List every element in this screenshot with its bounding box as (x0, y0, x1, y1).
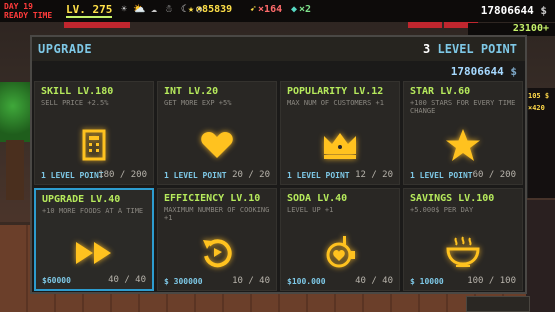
card-cost: $ 10000 (410, 277, 444, 286)
dialog-header: UPGRADE 3 LEVEL POINT (32, 37, 525, 61)
money-value: 17806644 (480, 4, 534, 17)
card-title: POPULARITY LV.12 (287, 86, 384, 97)
bowl-icon (443, 235, 483, 269)
card-title: SODA LV.40 (287, 192, 348, 204)
card-cost: 1 LEVEL POINT (164, 170, 227, 180)
card-cost: 1 LEVEL POINT (287, 170, 350, 180)
card-progress: 10 / 40 (232, 276, 270, 286)
stars-value: ×85839 (196, 4, 233, 15)
upgrade-card-star[interactable]: STAR LV.60 +100 STARS FOR EVERY TIME CHA… (403, 81, 523, 185)
level-points-number: 3 (423, 42, 431, 56)
snow-cloud-icon: ☃ (165, 4, 173, 15)
gems-value: ×2 (299, 4, 312, 15)
player-level: LV. 275 (66, 3, 113, 16)
card-description: MAX NUM OF CUSTOMERS +1 (287, 99, 384, 107)
money-display: 17806644 $ (481, 4, 547, 17)
card-cost: $ 300000 (164, 277, 203, 286)
card-title: UPGRADE LV.40 (42, 193, 121, 205)
top-hud: DAY 19 READY TIME LV. 275 ☀ ⛅ ☁ ☃ ☾ ◔ ★ … (0, 0, 555, 22)
tree (0, 82, 32, 142)
day-indicator: DAY 19 READY TIME (4, 2, 52, 20)
card-title: EFFICIENCY LV.10 (164, 192, 261, 204)
upgrade-card-upgrade[interactable]: UPGRADE LV.40 +10 MORE FOODS AT A TIME $… (34, 187, 154, 291)
card-title: SKILL LV.180 (41, 86, 114, 97)
gem-icon: ◆ (291, 4, 298, 15)
ready-time-label: READY TIME (4, 11, 53, 20)
side-shop-multiplier: ×420 (528, 104, 545, 112)
tree-trunk (6, 140, 24, 200)
card-progress: 40 / 40 (355, 276, 393, 286)
balance-value: 17806644 (450, 65, 504, 78)
stars-counter: ★ ×85839 (188, 4, 232, 15)
card-cost: 1 LEVEL POINT (410, 170, 473, 180)
card-description: LEVEL UP +1 (287, 205, 334, 214)
upgrade-card-popularity[interactable]: POPULARITY LV.12 MAX NUM OF CUSTOMERS +1… (280, 81, 400, 185)
heart-icon (197, 128, 237, 162)
card-progress: 20 / 20 (232, 169, 270, 180)
card-progress: 60 / 200 (472, 169, 516, 180)
bottom-toolbar[interactable] (466, 296, 530, 312)
rockets-value: ×164 (258, 4, 283, 15)
day-label: DAY 19 (4, 2, 33, 11)
fast-forward-icon (74, 236, 114, 270)
side-shop-price: 105 $ (528, 92, 550, 100)
card-title: SAVINGS LV.100 (410, 192, 495, 204)
card-description: GET MORE EXP +5% (164, 99, 232, 107)
side-strip (526, 200, 555, 312)
card-cost: $60000 (42, 276, 71, 285)
upgrade-card-savings[interactable]: SAVINGS LV.100 +5.000$ PER DAY $ 10000 1… (403, 187, 523, 291)
money-symbol: $ (540, 4, 547, 17)
card-progress: 100 / 100 (467, 276, 516, 286)
card-description: MAXIMUM NUMBER OF COOKING +1 (164, 205, 270, 222)
card-cost: 1 LEVEL POINT (41, 170, 104, 180)
level-points: 3 LEVEL POINT (423, 42, 517, 56)
upgrade-card-skill[interactable]: SKILL LV.180 SELL PRICE +2.5% 1 LEVEL PO… (34, 81, 154, 185)
card-title: STAR LV.60 (410, 86, 471, 97)
sun-icon: ☀ (120, 4, 128, 15)
level-progress-bar (66, 16, 112, 18)
card-cost: $100.000 (287, 277, 326, 286)
rockets-counter: ➹ ×164 (250, 4, 282, 15)
upgrade-dialog: UPGRADE 3 LEVEL POINT 17806644 $ SKILL L… (30, 35, 527, 294)
star-icon (443, 128, 483, 162)
upgrade-grid: SKILL LV.180 SELL PRICE +2.5% 1 LEVEL PO… (34, 81, 523, 291)
soda-icon (320, 235, 360, 269)
crown-icon (320, 128, 360, 162)
card-description: +5.000$ PER DAY (410, 205, 474, 214)
cloud-icon: ☁ (150, 4, 158, 15)
card-description: +100 STARS FOR EVERY TIME CHANGE (410, 99, 516, 115)
card-description: SELL PRICE +2.5% (41, 99, 109, 107)
card-progress: 12 / 20 (355, 169, 393, 180)
card-progress: 180 / 200 (98, 169, 147, 180)
card-progress: 40 / 40 (108, 275, 146, 285)
upgrade-card-soda[interactable]: SODA LV.40 LEVEL UP +1 $100.000 40 / 40 (280, 187, 400, 291)
cash-gain-value: 23100+ (512, 23, 549, 34)
dialog-title: UPGRADE (38, 42, 93, 56)
balance: 17806644 $ (451, 65, 517, 78)
balance-symbol: $ (510, 65, 517, 78)
card-description: +10 MORE FOODS AT A TIME (42, 206, 144, 215)
star-icon: ★ (188, 4, 195, 15)
card-title: INT LV.20 (164, 86, 219, 97)
cloud-sun-icon: ⛅ (133, 4, 146, 15)
building-icon (74, 128, 114, 162)
undo-icon (197, 235, 237, 269)
upgrade-card-efficiency[interactable]: EFFICIENCY LV.10 MAXIMUM NUMBER OF COOKI… (157, 187, 277, 291)
level-points-label: LEVEL POINT (437, 42, 517, 56)
upgrade-card-int[interactable]: INT LV.20 GET MORE EXP +5% 1 LEVEL POINT… (157, 81, 277, 185)
gems-counter: ◆ ×2 (291, 4, 311, 15)
rocket-icon: ➹ (250, 4, 257, 15)
